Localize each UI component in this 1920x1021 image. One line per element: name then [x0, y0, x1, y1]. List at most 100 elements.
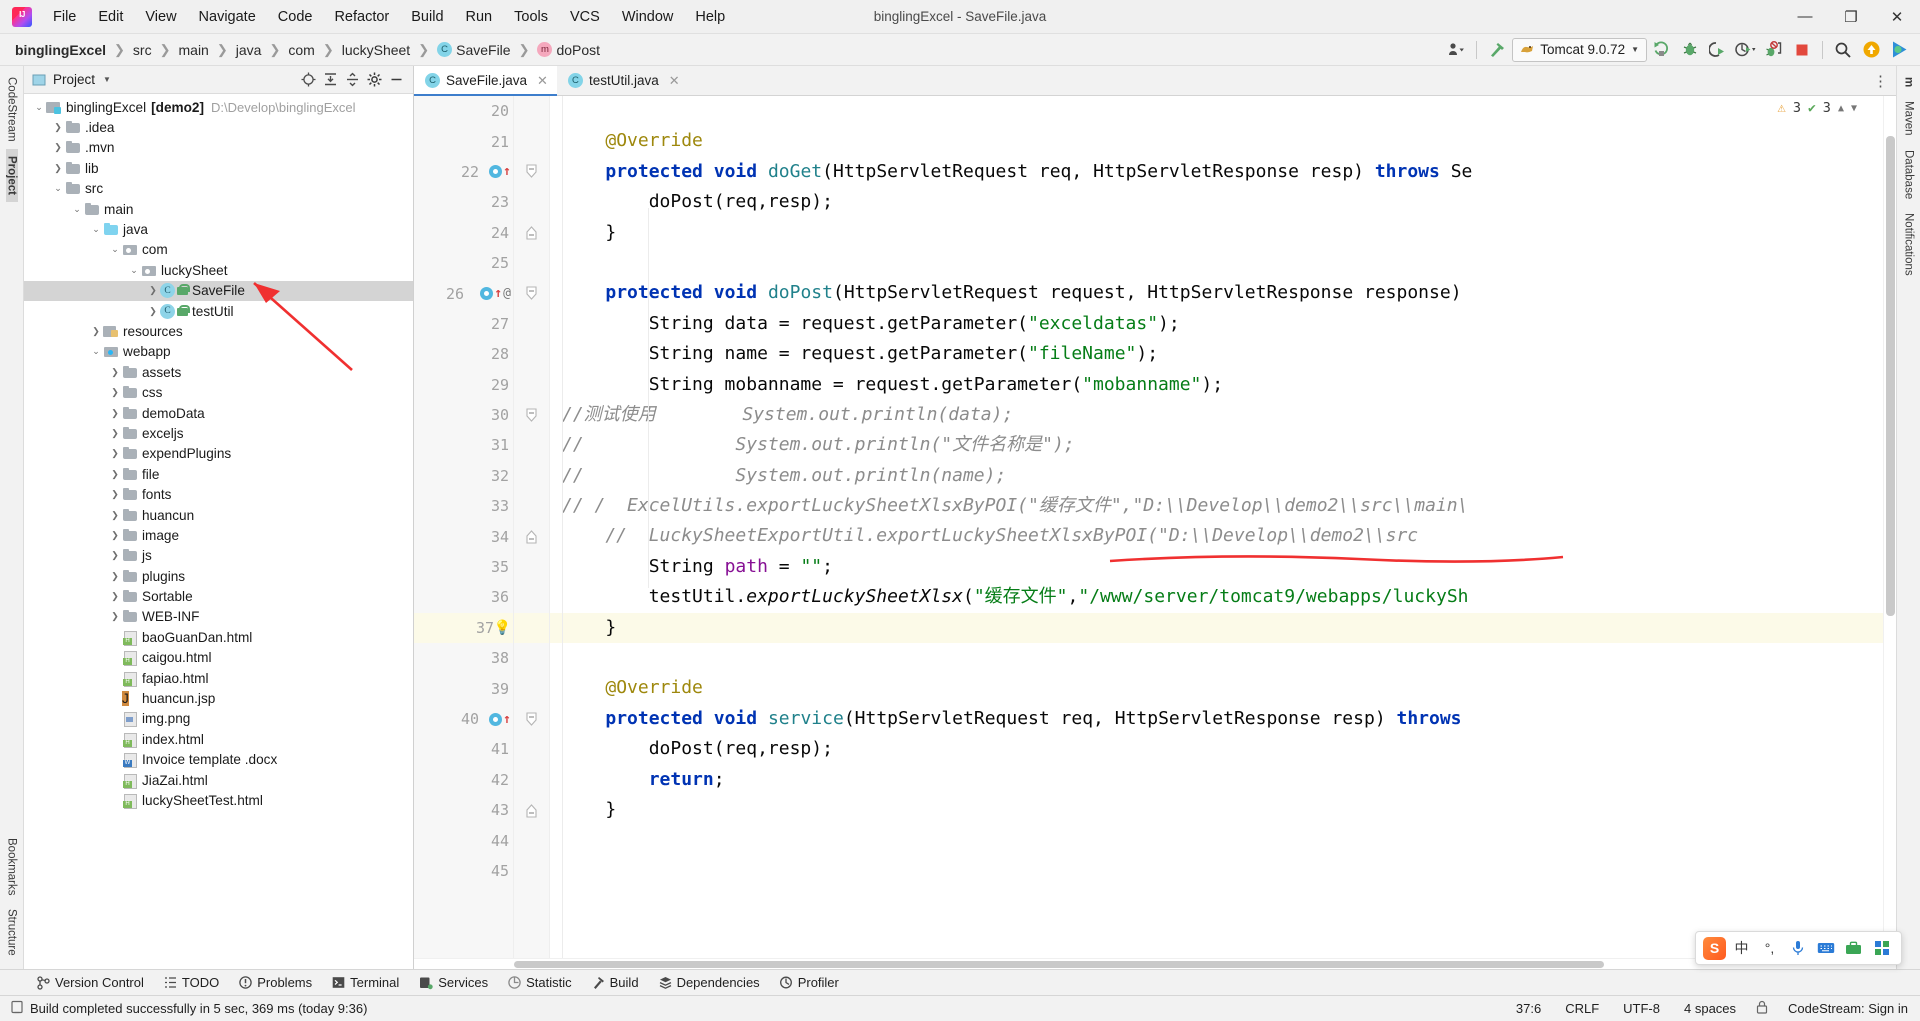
tool-window-version-control[interactable]: Version Control	[28, 972, 153, 993]
toolbox-icon[interactable]	[1841, 936, 1866, 961]
annotation-marker-icon[interactable]: @	[503, 286, 511, 301]
gutter-marks[interactable]: ↑	[489, 712, 511, 726]
code-line-38[interactable]	[550, 643, 1883, 673]
gutter-marks[interactable]: 💡	[494, 620, 511, 636]
tree-node[interactable]: caigou.html	[24, 648, 413, 668]
tree-node[interactable]: ❯ assets	[24, 362, 413, 382]
tree-node[interactable]: ❯ demoData	[24, 403, 413, 423]
keyboard-icon[interactable]	[1813, 936, 1838, 961]
collapse-all-icon[interactable]	[341, 69, 363, 91]
tool-window-statistic[interactable]: Statistic	[499, 972, 581, 993]
apps-grid-icon[interactable]	[1869, 936, 1894, 961]
gutter-line-35[interactable]: 35	[414, 552, 513, 582]
gutter-line-41[interactable]: 41	[414, 734, 513, 764]
gutter-line-31[interactable]: 31	[414, 430, 513, 460]
tree-node[interactable]: ❯ css	[24, 382, 413, 402]
breadcrumb-item-main[interactable]: main	[176, 41, 212, 59]
code-line-40[interactable]: protected void service(HttpServletReques…	[550, 704, 1883, 734]
code-line-23[interactable]: doPost(req,resp);	[550, 187, 1883, 217]
tree-node[interactable]: ⌄ luckySheet	[24, 260, 413, 280]
chevron-right-icon[interactable]: ❯	[51, 122, 65, 133]
chevron-right-icon[interactable]: ❯	[51, 142, 65, 153]
gutter-line-39[interactable]: 39	[414, 673, 513, 703]
gutter-line-22[interactable]: 22 ↑	[414, 157, 513, 187]
breadcrumb-item-savefile[interactable]: C SaveFile	[434, 41, 513, 59]
chevron-right-icon[interactable]: ❯	[146, 306, 160, 317]
editor-tab-options[interactable]: ⋮	[1873, 66, 1896, 95]
overriding-method-icon[interactable]	[489, 165, 503, 179]
inspection-widget[interactable]: ⚠ 3 ✔ 3 ▲ ▼	[1777, 100, 1857, 116]
gutter-marks[interactable]: ↑ @	[480, 286, 511, 301]
gutter-line-36[interactable]: 36	[414, 582, 513, 612]
tree-node[interactable]: ⌄ binglingExcel [demo2] D:\Develop\bingling…	[24, 97, 413, 117]
chevron-right-icon[interactable]: ❯	[51, 163, 65, 174]
menu-item-code[interactable]: Code	[267, 5, 324, 29]
minimize-button[interactable]: —	[1782, 0, 1828, 33]
chevron-right-icon[interactable]: ❯	[108, 469, 122, 480]
gutter-line-32[interactable]: 32	[414, 461, 513, 491]
chevron-down-icon[interactable]: ⌄	[89, 224, 103, 235]
gutter-line-23[interactable]: 23	[414, 187, 513, 217]
tree-node[interactable]: baoGuanDan.html	[24, 627, 413, 647]
code-line-32[interactable]: // System.out.println(name);	[550, 461, 1883, 491]
attach-process-icon[interactable]	[1761, 38, 1787, 62]
code-line-33[interactable]: // / ExcelUtils.exportLuckySheetXlsxByPO…	[550, 491, 1883, 521]
tree-node[interactable]: fapiao.html	[24, 668, 413, 688]
chevron-down-icon[interactable]: ⌄	[70, 204, 84, 215]
gutter-line-24[interactable]: 24	[414, 218, 513, 248]
code-line-28[interactable]: String name = request.getParameter("file…	[550, 339, 1883, 369]
indent-setting[interactable]: 4 spaces	[1680, 999, 1740, 1018]
tree-node[interactable]: ❯ resources	[24, 321, 413, 341]
tree-node[interactable]: Invoice template .docx	[24, 750, 413, 770]
ime-punctuation-mode[interactable]: °,	[1757, 936, 1782, 961]
menu-item-vcs[interactable]: VCS	[559, 5, 611, 29]
user-dropdown-icon[interactable]	[1443, 38, 1469, 62]
overriding-method-icon[interactable]	[489, 712, 503, 726]
gutter-line-30[interactable]: 30	[414, 400, 513, 430]
gutter-line-42[interactable]: 42	[414, 765, 513, 795]
lock-icon[interactable]	[1756, 1000, 1768, 1017]
menu-item-help[interactable]: Help	[684, 5, 736, 29]
chevron-down-icon[interactable]: ▼	[103, 75, 111, 84]
code-line-29[interactable]: String mobanname = request.getParameter(…	[550, 370, 1883, 400]
editor-horizontal-scrollbar[interactable]	[414, 958, 1896, 969]
build-hammer-icon[interactable]	[1484, 38, 1510, 62]
menu-item-file[interactable]: File	[42, 5, 87, 29]
chevron-right-icon[interactable]: ❯	[89, 326, 103, 337]
project-tree[interactable]: ⌄ binglingExcel [demo2] D:\Develop\bingling…	[24, 94, 413, 969]
code-folding-gutter[interactable]	[514, 96, 550, 958]
scroll-thumb[interactable]	[1886, 136, 1895, 616]
tree-node[interactable]: ⌄ main	[24, 199, 413, 219]
fold-region-line-43[interactable]	[514, 795, 549, 825]
tree-node[interactable]: img.png	[24, 709, 413, 729]
tool-window-services[interactable]: Services	[410, 972, 497, 993]
fold-region-line-30[interactable]	[514, 400, 549, 430]
implementing-arrow-icon[interactable]: ↑	[503, 165, 511, 178]
caret-position[interactable]: 37:6	[1512, 999, 1545, 1018]
gutter-line-29[interactable]: 29	[414, 370, 513, 400]
breadcrumb-item-src[interactable]: src	[130, 41, 155, 59]
gutter-line-33[interactable]: 33	[414, 491, 513, 521]
tree-node[interactable]: ❯ image	[24, 525, 413, 545]
chevron-right-icon[interactable]: ❯	[108, 408, 122, 419]
tree-node[interactable]: ⌄ com	[24, 240, 413, 260]
gutter-line-34[interactable]: 34	[414, 521, 513, 551]
tree-node[interactable]: ❯ fonts	[24, 484, 413, 504]
breadcrumb-item-java[interactable]: java	[233, 41, 265, 59]
gutter-line-28[interactable]: 28	[414, 339, 513, 369]
code-line-25[interactable]	[550, 248, 1883, 278]
menu-bar[interactable]: File Edit View Navigate Code Refactor Build Run…	[42, 5, 736, 29]
mic-icon[interactable]	[1785, 936, 1810, 961]
code-line-26[interactable]: protected void doPost(HttpServletRequest…	[550, 278, 1883, 308]
stop-icon[interactable]	[1789, 38, 1815, 62]
close-icon[interactable]: ✕	[669, 73, 680, 89]
codestream-signin[interactable]: CodeStream: Sign in	[1784, 999, 1912, 1018]
code-line-43[interactable]: }	[550, 795, 1883, 825]
tool-window-todo[interactable]: TODO	[155, 972, 228, 993]
run-with-coverage-icon[interactable]	[1705, 38, 1731, 62]
rail-item-m[interactable]: m	[1903, 70, 1915, 94]
rail-item-project[interactable]: Project	[5, 148, 18, 202]
fold-region-line-34[interactable]	[514, 521, 549, 551]
breadcrumb-item-binglingexcel[interactable]: binglingExcel	[12, 41, 109, 59]
breadcrumb[interactable]: binglingExcel ❯ src ❯ main ❯ java ❯ com ❯ luckyShe…	[12, 41, 603, 59]
